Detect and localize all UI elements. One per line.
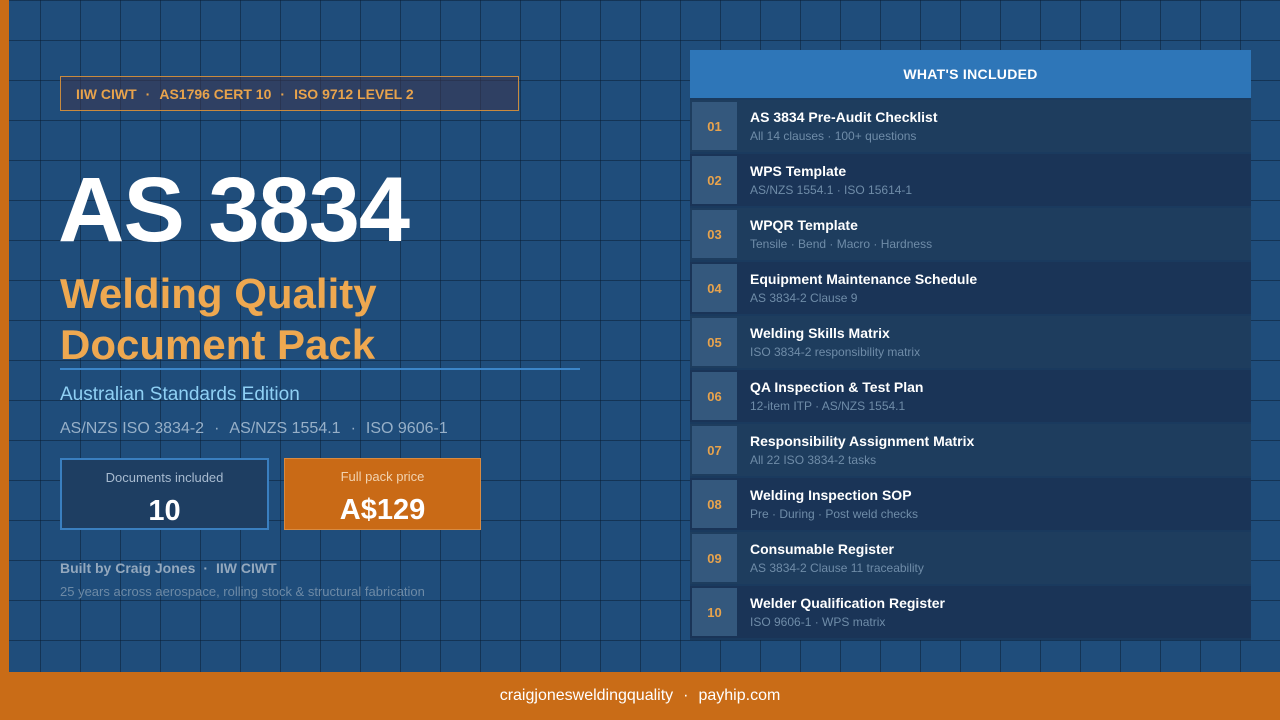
list-item: 07 Responsibility Assignment Matrix All … [690,424,1251,476]
separator-dot: · [350,420,356,437]
item-subtitle: Tensile · Bend · Macro · Hardness [750,237,933,251]
list-item: 09 Consumable Register AS 3834-2 Clause … [690,532,1251,584]
item-number: 07 [692,426,737,474]
item-number: 06 [692,372,737,420]
item-title: Consumable Register [750,541,894,557]
item-title: WPS Template [750,163,847,179]
certification-bar: IIW CIWT · AS1796 CERT 10 · ISO 9712 LEV… [60,76,519,111]
list-item: 03 WPQR Template Tensile · Bend · Macro … [690,208,1251,260]
item-number: 04 [692,264,737,312]
left-accent-stripe [0,0,9,672]
standard-item: AS/NZS 1554.1 [229,420,341,437]
standard-item: ISO 9606-1 [365,420,448,437]
list-item: 02 WPS Template AS/NZS 1554.1 · ISO 1561… [690,154,1251,206]
list-item: 10 Welder Qualification Register ISO 960… [690,586,1251,638]
documents-value: 10 [148,495,181,527]
list-item: 05 Welding Skills Matrix ISO 3834-2 resp… [690,316,1251,368]
panel-header: WHAT'S INCLUDED [690,50,1251,98]
whats-included-panel: WHAT'S INCLUDED 01 AS 3834 Pre-Audit Che… [690,50,1251,640]
cert-iiw-ciwt: IIW CIWT [76,85,137,102]
item-title: Responsibility Assignment Matrix [750,433,975,449]
footer-bar: craigjonesweldingquality · payhip.com [0,672,1280,720]
item-number: 08 [692,480,737,528]
item-title: Welder Qualification Register [750,595,946,611]
separator-dot: · [280,85,286,102]
item-subtitle: AS 3834-2 Clause 9 [750,291,858,305]
list-item: 04 Equipment Maintenance Schedule AS 383… [690,262,1251,314]
item-title: Welding Skills Matrix [750,325,890,341]
item-title: QA Inspection & Test Plan [750,379,924,395]
item-subtitle: Pre · During · Post weld checks [750,507,919,521]
item-number: 10 [692,588,737,636]
item-number: 09 [692,534,737,582]
item-title: WPQR Template [750,217,858,233]
author-experience: 25 years across aerospace, rolling stock… [60,584,425,599]
cert-iso9712: ISO 9712 LEVEL 2 [294,85,414,102]
author-credential: IIW CIWT [216,560,277,576]
subtitle-line-1: Welding Quality [60,270,377,317]
item-subtitle: AS 3834-2 Clause 11 traceability [750,561,924,575]
item-title: Welding Inspection SOP [750,487,912,503]
documents-label: Documents included [105,470,224,485]
divider-rule [60,368,580,370]
price-box: Full pack price A$129 [284,458,481,530]
item-subtitle: ISO 9606-1 · WPS matrix [750,615,886,629]
price-label: Full pack price [340,469,425,484]
product-subtitle: Welding Quality Document Pack [60,268,377,370]
subtitle-line-2: Document Pack [60,321,376,368]
item-subtitle: ISO 3834-2 responsibility matrix [750,345,921,359]
separator-dot: · [683,687,689,704]
footer-platform: payhip.com [698,687,781,704]
item-subtitle: All 22 ISO 3834-2 tasks [750,453,877,467]
separator-dot: · [203,560,209,576]
cert-as1796: AS1796 CERT 10 [159,85,272,102]
item-number: 01 [692,102,737,150]
author-name: Built by Craig Jones [60,560,196,576]
item-number: 02 [692,156,737,204]
page-title: AS 3834 [58,159,410,261]
documents-count-box: Documents included 10 [60,458,269,530]
list-item: 01 AS 3834 Pre-Audit Checklist All 14 cl… [690,100,1251,152]
list-item: 06 QA Inspection & Test Plan 12-item ITP… [690,370,1251,422]
author-line: Built by Craig Jones · IIW CIWT [60,560,277,576]
item-number: 03 [692,210,737,258]
item-title: AS 3834 Pre-Audit Checklist [750,109,938,125]
standards-list: AS/NZS ISO 3834-2 · AS/NZS 1554.1 · ISO … [60,420,448,438]
standard-item: AS/NZS ISO 3834-2 [60,420,205,437]
item-subtitle: All 14 clauses · 100+ questions [750,129,917,143]
item-number: 05 [692,318,737,366]
item-subtitle: AS/NZS 1554.1 · ISO 15614-1 [750,183,913,197]
price-value: A$129 [339,494,426,526]
item-subtitle: 12-item ITP · AS/NZS 1554.1 [750,399,906,413]
edition-label: Australian Standards Edition [60,384,300,405]
separator-dot: · [214,420,220,437]
separator-dot: · [145,85,151,102]
item-title: Equipment Maintenance Schedule [750,271,978,287]
footer-site: craigjonesweldingquality [499,687,674,704]
list-item: 08 Welding Inspection SOP Pre · During ·… [690,478,1251,530]
